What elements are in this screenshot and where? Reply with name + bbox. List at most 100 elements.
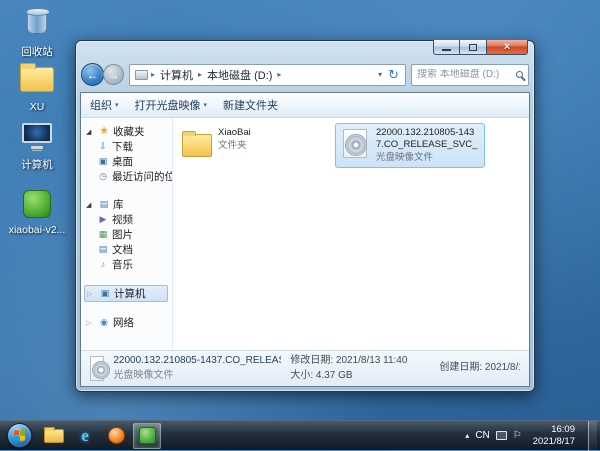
details-modified-date: 修改日期: 2021/8/13 11:40	[290, 354, 430, 369]
taskbar: e ▴ CN ⚐ 16:09 2021/8/17	[0, 420, 600, 450]
favorites-group: ◢ ★ 收藏夹 ⇩ 下载 ▣ 桌面 ◷ 最近访问的位置	[84, 124, 172, 184]
details-pane: 22000.132.210805-1437.CO_RELEASE... 光盘映像…	[81, 350, 529, 386]
sidebar-item-recent-places[interactable]: ◷ 最近访问的位置	[84, 169, 172, 184]
sidebar-item-desktop[interactable]: ▣ 桌面	[84, 154, 172, 169]
libraries-label: 库	[113, 197, 124, 212]
recent-places-label: 最近访问的位置	[112, 169, 172, 184]
desktop-icon-computer[interactable]: 计算机	[6, 120, 68, 172]
network-icon: ◉	[98, 318, 110, 327]
title-bar[interactable]: ×	[80, 41, 530, 61]
file-type: 光盘映像文件	[376, 152, 481, 164]
media-app-icon	[108, 427, 125, 444]
picture-icon: ▦	[97, 230, 109, 239]
show-desktop-button[interactable]	[588, 421, 597, 451]
expander-icon[interactable]: ◢	[86, 201, 95, 209]
library-icon: ▤	[98, 200, 110, 209]
desktop-icon-xiaobai[interactable]: xiaobai-v2...	[6, 188, 68, 236]
clock-icon: ◷	[97, 172, 109, 181]
disc-image-icon	[339, 127, 371, 164]
folder-icon	[181, 127, 213, 157]
address-bar[interactable]: ▸ 计算机 ▸ 本地磁盘 (D:) ▸ ▾ ↻	[129, 64, 406, 86]
refresh-icon[interactable]: ↻	[385, 68, 402, 81]
expander-icon[interactable]: ▷	[86, 319, 95, 327]
sidebar-item-documents[interactable]: ▤ 文档	[84, 242, 172, 257]
file-name: 22000.132.210805-1437.CO_RELEASE_SVC_PRO…	[376, 127, 481, 151]
computer-group: ▷ ▣ 计算机	[84, 285, 172, 302]
tray-expand-icon[interactable]: ▴	[465, 431, 469, 440]
desktop-label: 桌面	[112, 154, 133, 169]
taskbar-explorer-button[interactable]	[40, 423, 68, 449]
address-dropdown-icon[interactable]: ▾	[375, 70, 385, 79]
libraries-group: ◢ ▤ 库 ▶ 视频 ▦ 图片 ▤ 文档	[84, 197, 172, 272]
music-icon: ♪	[97, 260, 109, 269]
document-icon: ▤	[97, 245, 109, 254]
desktop-icon-xu-folder[interactable]: XU	[6, 62, 68, 113]
explorer-icon	[44, 429, 64, 443]
explorer-client-area: 组织 ▾ 打开光盘映像 ▾ 新建文件夹 ◢ ★ 收藏夹	[80, 92, 530, 387]
details-file-name: 22000.132.210805-1437.CO_RELEASE...	[113, 354, 281, 369]
file-tile-xiaobai[interactable]: XiaoBai 文件夹	[177, 123, 327, 161]
favorites-label: 收藏夹	[113, 124, 145, 139]
download-icon: ⇩	[97, 142, 109, 151]
sidebar-item-favorites[interactable]: ◢ ★ 收藏夹	[84, 124, 172, 139]
search-input[interactable]	[417, 69, 516, 80]
search-box[interactable]	[411, 64, 529, 86]
expander-icon[interactable]: ◢	[86, 128, 95, 136]
taskbar-clock[interactable]: 16:09 2021/8/17	[528, 424, 580, 447]
expander-icon[interactable]: ▷	[87, 290, 96, 298]
close-button[interactable]: ×	[486, 40, 528, 55]
close-icon: ×	[504, 41, 510, 53]
dropdown-icon: ▾	[204, 101, 208, 109]
details-created-date: 创建日期: 2021/8/17 16:05	[439, 361, 520, 376]
sidebar-item-network[interactable]: ▷ ◉ 网络	[84, 315, 172, 330]
new-folder-button[interactable]: 新建文件夹	[223, 97, 278, 113]
minimize-button[interactable]	[433, 40, 460, 55]
desktop-icon-label: 计算机	[6, 157, 68, 172]
sidebar-item-computer[interactable]: ▷ ▣ 计算机	[84, 285, 168, 302]
maximize-button[interactable]	[460, 40, 486, 55]
folder-icon	[19, 67, 55, 99]
network-tray-icon[interactable]	[496, 431, 507, 440]
sidebar-item-downloads[interactable]: ⇩ 下载	[84, 139, 172, 154]
videos-label: 视频	[112, 212, 133, 227]
organize-button[interactable]: 组织 ▾	[90, 97, 119, 113]
command-toolbar: 组织 ▾ 打开光盘映像 ▾ 新建文件夹	[81, 93, 529, 118]
details-file-type: 光盘映像文件	[113, 369, 281, 384]
forward-button[interactable]: →	[103, 64, 124, 85]
internet-explorer-icon: e	[81, 426, 89, 446]
file-list[interactable]: XiaoBai 文件夹 22000.132.210805-1437.CO_REL…	[173, 118, 529, 350]
forward-arrow-icon: →	[108, 69, 120, 81]
breadcrumb-computer[interactable]: 计算机	[156, 67, 197, 83]
open-disc-image-label: 打开光盘映像	[135, 97, 201, 113]
disc-image-icon	[90, 356, 104, 381]
back-arrow-icon: ←	[87, 69, 99, 81]
green-app-icon	[139, 427, 156, 444]
action-center-icon[interactable]: ⚐	[513, 430, 522, 441]
drive-icon	[135, 70, 148, 80]
taskbar-ie-button[interactable]: e	[71, 423, 99, 449]
organize-label: 组织	[90, 97, 112, 113]
desktop-icon-label: XU	[6, 101, 68, 113]
documents-label: 文档	[112, 242, 133, 257]
desktop-icon-recycle-bin[interactable]: 回收站	[6, 6, 68, 59]
clock-time: 16:09	[533, 424, 575, 435]
search-icon[interactable]	[516, 71, 523, 78]
taskbar-active-app-button[interactable]	[133, 423, 161, 449]
pictures-label: 图片	[112, 227, 133, 242]
sidebar-item-music[interactable]: ♪ 音乐	[84, 257, 172, 272]
dropdown-icon: ▾	[115, 101, 119, 109]
breadcrumb-local-disk-d[interactable]: 本地磁盘 (D:)	[203, 67, 276, 83]
taskbar-media-button[interactable]	[102, 423, 130, 449]
sidebar-item-libraries[interactable]: ◢ ▤ 库	[84, 197, 172, 212]
start-button[interactable]	[7, 423, 32, 448]
sidebar-item-pictures[interactable]: ▦ 图片	[84, 227, 172, 242]
minimize-icon	[442, 49, 451, 51]
open-disc-image-button[interactable]: 打开光盘映像 ▾	[135, 97, 208, 113]
back-button[interactable]: ←	[81, 63, 104, 86]
language-indicator[interactable]: CN	[475, 430, 489, 441]
video-icon: ▶	[97, 215, 109, 224]
computer-label: 计算机	[114, 286, 146, 301]
navigation-bar: ← → ▸ 计算机 ▸ 本地磁盘 (D:) ▸ ▾ ↻	[81, 62, 529, 87]
file-tile-iso-selected[interactable]: 22000.132.210805-1437.CO_RELEASE_SVC_PRO…	[335, 123, 485, 168]
sidebar-item-videos[interactable]: ▶ 视频	[84, 212, 172, 227]
